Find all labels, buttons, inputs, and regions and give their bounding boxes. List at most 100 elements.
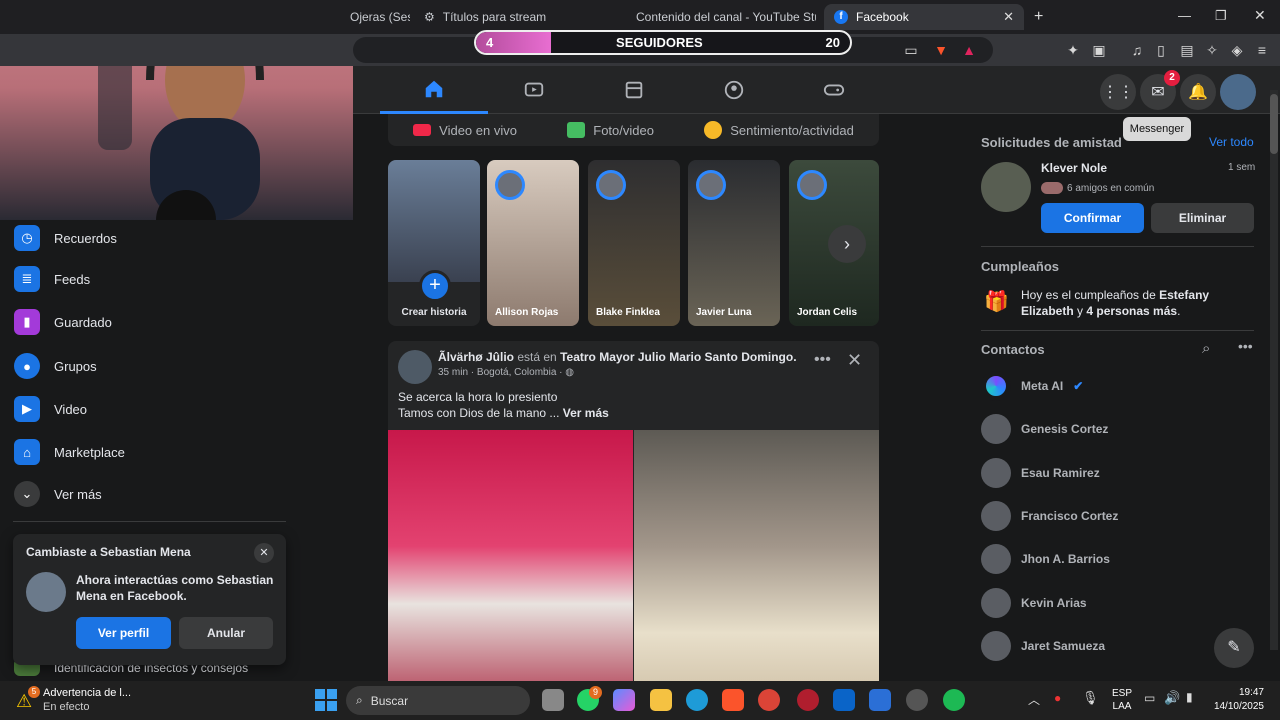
- post-photo-right[interactable]: [634, 430, 879, 720]
- leo-ai-icon[interactable]: ✧: [1203, 42, 1221, 58]
- post-author-avatar[interactable]: [398, 350, 432, 384]
- clock[interactable]: 19:47 14/10/2025: [1208, 686, 1264, 714]
- sidebar-item-ver-mas[interactable]: ⌄ Ver más: [14, 476, 102, 512]
- notification-title[interactable]: Advertencia de l...: [43, 687, 131, 699]
- sidebar-item-video[interactable]: ▶ Video: [14, 391, 87, 427]
- contact-item[interactable]: Kevin Arias: [981, 588, 1087, 618]
- close-window-icon[interactable]: ✕: [1254, 7, 1266, 24]
- nav-groups[interactable]: [680, 66, 788, 114]
- wallet-icon[interactable]: ▤: [1178, 42, 1196, 58]
- story-card[interactable]: Blake Finklea: [588, 160, 680, 326]
- contact-name: Francisco Cortez: [1021, 509, 1119, 523]
- close-post-icon[interactable]: ✕: [847, 350, 862, 371]
- cast-icon[interactable]: ▭: [902, 42, 920, 58]
- delete-button[interactable]: Eliminar: [1151, 203, 1254, 233]
- tab-ojeras[interactable]: Ojeras (Sesi: [340, 4, 410, 30]
- obs-icon[interactable]: [906, 689, 928, 711]
- store-app-icon[interactable]: [869, 689, 891, 711]
- contact-item[interactable]: Jhon A. Barrios: [981, 544, 1110, 574]
- davinci-icon[interactable]: [797, 689, 819, 711]
- scrollbar-thumb[interactable]: [1270, 94, 1278, 154]
- stories-next-arrow-icon[interactable]: ›: [828, 225, 866, 263]
- spotify-icon[interactable]: [943, 689, 965, 711]
- notification-subtitle: En efecto: [43, 701, 90, 713]
- network-icon[interactable]: ▭: [1144, 691, 1155, 705]
- post-photo-left[interactable]: [388, 430, 633, 720]
- contacts-options-icon[interactable]: •••: [1238, 338, 1253, 354]
- antivirus-icon[interactable]: ●: [1054, 691, 1061, 705]
- tab-youtube-studio[interactable]: Contenido del canal - YouTube Studi: [618, 4, 816, 30]
- see-all-link[interactable]: Ver todo: [1209, 135, 1254, 149]
- brave-rewards-icon[interactable]: ▲: [960, 42, 978, 58]
- menu-icon[interactable]: ≡: [1253, 42, 1271, 58]
- nav-gaming[interactable]: [780, 66, 888, 114]
- request-avatar[interactable]: [981, 162, 1031, 212]
- request-name[interactable]: Klever Nole: [1041, 161, 1107, 175]
- sidebar-divider: [13, 521, 286, 522]
- contact-item[interactable]: Jaret Samueza: [981, 631, 1105, 661]
- language-indicator[interactable]: ESP LAA: [1112, 687, 1132, 713]
- outlook-icon[interactable]: [833, 689, 855, 711]
- nav-home[interactable]: [380, 66, 488, 114]
- confirm-button[interactable]: Confirmar: [1041, 203, 1144, 233]
- photo-video-action[interactable]: Foto/video: [567, 122, 654, 138]
- sidebar-item-feeds[interactable]: ≣ Feeds: [14, 261, 90, 297]
- chrome-icon[interactable]: [758, 689, 780, 711]
- close-tab-icon[interactable]: ✕: [1003, 9, 1014, 25]
- nav-video[interactable]: [480, 66, 588, 114]
- story-card[interactable]: Allison Rojas: [487, 160, 579, 326]
- tab-titulos[interactable]: ⚙ Títulos para stream: [414, 4, 612, 30]
- story-card[interactable]: Javier Luna: [688, 160, 780, 326]
- brave-icon[interactable]: [722, 689, 744, 711]
- profile-avatar-button[interactable]: [1220, 74, 1256, 110]
- birthday-others[interactable]: 4 personas más: [1086, 304, 1177, 318]
- microphone-icon[interactable]: 🎙: [1082, 690, 1099, 706]
- new-tab-icon[interactable]: +: [1034, 8, 1043, 26]
- post-place[interactable]: Teatro Mayor Julio Mario Santo Domingo.: [560, 350, 796, 364]
- contact-item[interactable]: Francisco Cortez: [981, 501, 1118, 531]
- file-explorer-icon[interactable]: [650, 689, 672, 711]
- brave-shield-icon[interactable]: ▼: [932, 42, 950, 58]
- windows-start-icon[interactable]: [315, 689, 337, 711]
- contact-item[interactable]: Genesis Cortez: [981, 414, 1108, 444]
- create-story-card[interactable]: + Crear historia: [388, 160, 480, 326]
- more-options-icon[interactable]: •••: [814, 351, 831, 369]
- copilot-icon[interactable]: [613, 689, 635, 711]
- sidebar-item-marketplace[interactable]: ⌂ Marketplace: [14, 434, 125, 470]
- tray-chevron-icon[interactable]: ︿: [1028, 691, 1040, 708]
- messenger-button[interactable]: ✉ 2: [1140, 70, 1180, 110]
- nav-marketplace[interactable]: [580, 66, 688, 114]
- restore-icon[interactable]: ❐: [1215, 8, 1227, 24]
- task-view-icon[interactable]: [542, 689, 564, 711]
- anular-button[interactable]: Anular: [179, 617, 273, 649]
- edge-icon[interactable]: [686, 689, 708, 711]
- volume-icon[interactable]: 🔊: [1164, 690, 1180, 706]
- sidebar-icon[interactable]: ▯: [1152, 42, 1170, 58]
- search-contacts-icon[interactable]: ⌕: [1202, 340, 1210, 357]
- contact-item[interactable]: Esau Ramirez: [981, 458, 1100, 488]
- feeling-action[interactable]: Sentimiento/actividad: [704, 121, 854, 139]
- taskbar-search[interactable]: ⌕ Buscar: [346, 686, 530, 715]
- screenshot-icon[interactable]: ▣: [1090, 42, 1108, 58]
- ver-perfil-button[interactable]: Ver perfil: [76, 617, 171, 649]
- menu-grid-button[interactable]: ⋮⋮: [1100, 74, 1136, 110]
- vpn-icon[interactable]: ◈: [1228, 42, 1246, 58]
- birthday-text: Hoy es el cumpleaños de Estefany Elizabe…: [1021, 287, 1256, 319]
- live-video-action[interactable]: Video en vivo: [413, 123, 517, 138]
- sidebar-item-recuerdos[interactable]: ◷ Recuerdos: [14, 220, 117, 256]
- gear-icon: ⚙: [424, 10, 435, 24]
- ver-mas-link[interactable]: Ver más: [563, 406, 609, 420]
- sidebar-item-guardado[interactable]: ▮ Guardado: [14, 304, 112, 340]
- minimize-icon[interactable]: —: [1178, 8, 1191, 23]
- battery-icon[interactable]: ▮: [1186, 690, 1193, 704]
- extensions-icon[interactable]: ✦: [1064, 42, 1082, 58]
- toast-close-icon[interactable]: ✕: [254, 543, 274, 563]
- music-icon[interactable]: ♫: [1128, 42, 1146, 58]
- page-scrollbar[interactable]: [1270, 90, 1278, 650]
- post-author[interactable]: Ãlvärhø Jûlio: [438, 350, 514, 364]
- tab-facebook[interactable]: f Facebook ✕: [824, 4, 1024, 30]
- contact-item[interactable]: Meta AI ✔: [981, 371, 1083, 401]
- sidebar-item-grupos[interactable]: ● Grupos: [14, 348, 97, 384]
- notifications-button[interactable]: 🔔: [1180, 74, 1216, 110]
- new-message-icon[interactable]: ✎: [1214, 628, 1254, 668]
